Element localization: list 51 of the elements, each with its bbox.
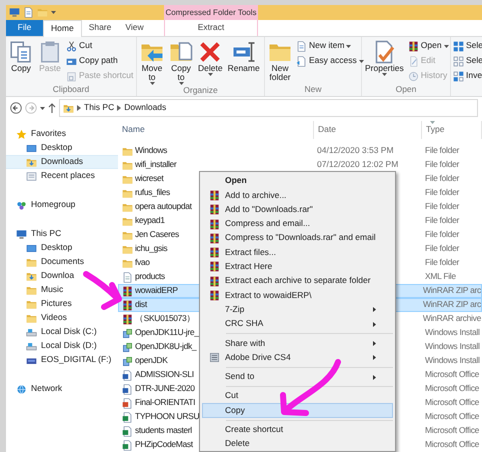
file-name: opera autoupdat: [135, 202, 192, 212]
context-tab-title: Compressed Folder Tools: [164, 5, 258, 20]
file-name: Final-ORIENTATI: [135, 398, 196, 408]
group-label: Organize: [182, 86, 219, 96]
file-name: openJDK: [135, 356, 168, 366]
file-name: ADMISSION-SLI: [135, 370, 194, 380]
file-type: WinRAR ZIP arc: [423, 299, 481, 310]
file-type: Microsoft Office: [425, 383, 480, 394]
file-type: File folder: [425, 229, 460, 240]
group-label: New: [303, 85, 322, 96]
file-type: Microsoft Office: [425, 369, 480, 380]
file-type: Microsoft Office: [425, 425, 480, 436]
file-type: Microsoft Office: [425, 411, 480, 422]
file-type: Microsoft Office: [425, 397, 480, 408]
file-date: 07/12/2020 12:02 PM: [317, 159, 398, 170]
file-type: File folder: [425, 243, 460, 254]
file-name: OpenJDK8U-jdk_: [135, 342, 196, 352]
file-type: WinRAR archive: [422, 313, 481, 324]
file-name: TYPHOON URSU: [135, 412, 200, 422]
file-name: wifi_installer: [135, 160, 176, 170]
file-name: rufus_files: [135, 188, 170, 198]
file-name: dist: [135, 300, 147, 310]
file-type: Windows Install: [425, 341, 480, 352]
file-name: products: [135, 272, 165, 282]
file-name: Windows: [135, 146, 168, 156]
file-date: 04/12/2020 3:53 PM: [317, 145, 394, 156]
file-name: ichu_gsis: [135, 244, 168, 254]
file-type: Windows Install: [425, 327, 480, 338]
group-label: Open: [394, 85, 418, 96]
file-type: File folder: [425, 257, 460, 268]
file-name: keypad1: [135, 216, 165, 226]
file-name: OpenJDK11U-jre_: [135, 328, 199, 338]
file-type: XML File: [425, 271, 456, 282]
group-label: Clipboard: [52, 85, 90, 96]
file-name: （SKU015073）: [135, 314, 195, 324]
file-type: File folder: [425, 187, 460, 198]
file-type: File folder: [425, 215, 460, 226]
file-type: WinRAR ZIP arc: [423, 285, 481, 296]
file-name: fvao: [135, 258, 150, 268]
file-name: PHZipCodeMast: [135, 440, 193, 450]
file-name: wicreset: [135, 174, 164, 184]
file-type: Windows Install: [425, 355, 480, 366]
file-name: DTR-JUNE-2020: [135, 384, 195, 394]
file-type: File folder: [425, 145, 460, 156]
file-type: File folder: [425, 173, 460, 184]
file-type: File folder: [425, 159, 460, 170]
file-name: wowaidERP: [135, 286, 178, 296]
file-name: Jen Caseres: [135, 230, 179, 240]
file-name: students masterl: [135, 426, 192, 436]
file-type: Microsoft Office: [425, 439, 480, 450]
file-type: File folder: [425, 201, 460, 212]
